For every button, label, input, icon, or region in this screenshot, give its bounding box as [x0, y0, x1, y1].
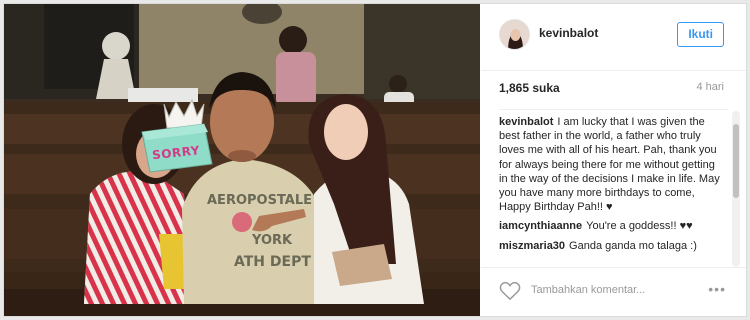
avatar[interactable]: [499, 19, 530, 50]
post-stats: 1,865 suka 4 hari: [499, 81, 724, 101]
like-count[interactable]: 1,865 suka: [499, 81, 560, 95]
comment-author[interactable]: kevinbalot: [499, 116, 553, 128]
comment-author[interactable]: miszmaria30: [499, 240, 565, 252]
shirt-print-3: ATH DEPT: [234, 254, 311, 270]
username[interactable]: kevinbalot: [539, 26, 598, 40]
heart-icon[interactable]: [499, 281, 521, 301]
shirt-print-1: AEROPOSTALE: [207, 193, 312, 208]
comment-text: I am lucky that I was given the best fat…: [499, 116, 720, 214]
comment-item: iamcynthiaanne You're a goddess!! ♥♥: [499, 219, 728, 233]
comment-author[interactable]: iamcynthiaanne: [499, 220, 582, 232]
comment-input[interactable]: [529, 283, 683, 297]
post-timestamp[interactable]: 4 hari: [696, 81, 724, 93]
caption: kevinbalot I am lucky that I was given th…: [499, 115, 728, 214]
comment-text: You're a goddess!! ♥♥: [586, 220, 693, 233]
scrollbar-thumb[interactable]: [733, 124, 739, 198]
more-options-icon[interactable]: •••: [708, 281, 726, 297]
post-details-panel: kevinbalot Ikuti 1,865 suka 4 hari kevin…: [481, 4, 746, 316]
comment-text: Ganda ganda mo talaga :): [569, 239, 697, 252]
follow-button[interactable]: Ikuti: [677, 22, 724, 47]
post-photo[interactable]: SORRY AEROPOSTALE YORK ATH DEPT: [4, 4, 480, 316]
comment-list: kevinbalot I am lucky that I was given th…: [499, 109, 728, 270]
shirt-print-2: YORK: [251, 233, 293, 248]
post-footer: •••: [481, 267, 746, 316]
comment-item: miszmaria30 Ganda ganda mo talaga :): [499, 239, 728, 253]
instagram-post: SORRY AEROPOSTALE YORK ATH DEPT kevinbal…: [3, 3, 747, 317]
comments-scrollbar[interactable]: [732, 111, 740, 267]
post-header: kevinbalot Ikuti: [481, 4, 746, 71]
